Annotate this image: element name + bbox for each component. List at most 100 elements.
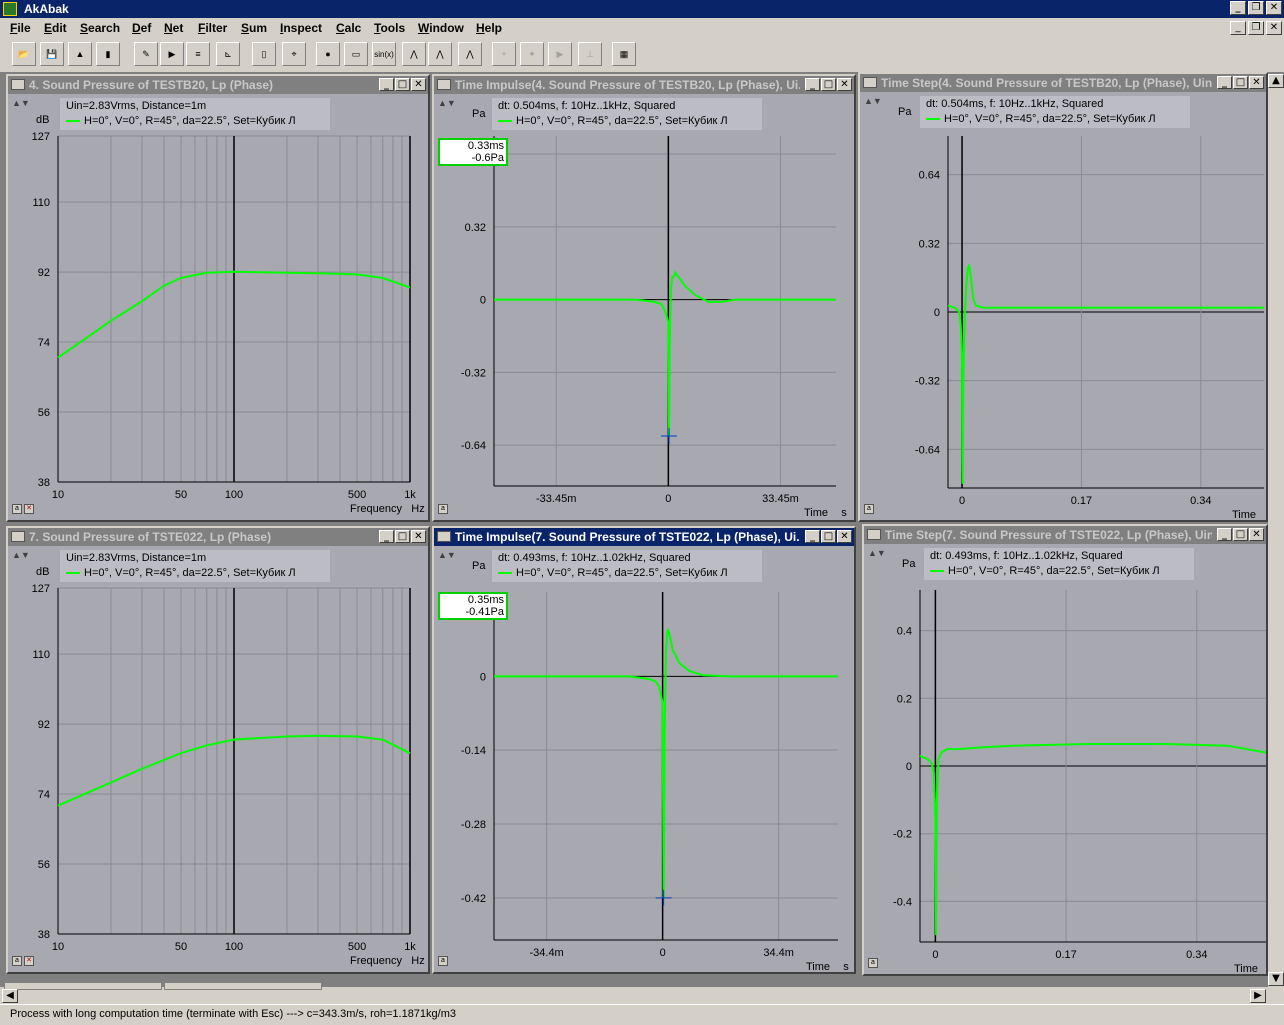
minimized-window-2[interactable] xyxy=(164,982,322,990)
chart-clear-icon[interactable]: ✕ xyxy=(24,504,34,514)
step-icon[interactable]: ▶ xyxy=(160,42,184,66)
menu-edit[interactable]: Edit xyxy=(44,21,67,35)
y-tick-label: 38 xyxy=(38,929,50,941)
component-icon[interactable]: ▭ xyxy=(344,42,368,66)
chart-options-icon[interactable]: a xyxy=(12,504,22,514)
y-tick-label: 56 xyxy=(38,407,50,419)
y-tick-label: 74 xyxy=(38,789,50,801)
menu-tools[interactable]: Tools xyxy=(374,21,405,35)
function-icon[interactable]: sin(x) xyxy=(372,42,396,66)
mdi-vertical-scrollbar[interactable]: ▲ ▼ xyxy=(1268,74,1284,1004)
menu-calc[interactable]: Calc xyxy=(336,21,361,35)
x-axis-label: Time xyxy=(1234,963,1258,974)
x-tick-label: 500 xyxy=(348,941,366,953)
y-tick-label: -0.2 xyxy=(893,829,912,841)
chart-window-2[interactable]: Time Impulse(4. Sound Pressure of TESTB2… xyxy=(432,74,856,522)
plot-c-icon[interactable]: ⋀ xyxy=(458,42,482,66)
function-icon-glyph: sin(x) xyxy=(374,50,394,59)
chart-plot[interactable]: 127 110 92 74 56 3810 50 100 500 1kFrequency Hz xyxy=(8,528,428,972)
chart-options-icon[interactable]: a xyxy=(864,504,874,514)
y-tick-label: 0 xyxy=(934,307,940,319)
menu-search[interactable]: Search xyxy=(80,21,120,35)
y-tick-label: -0.64 xyxy=(915,444,940,456)
open-icon[interactable]: 📂 xyxy=(12,42,36,66)
mdi-restore-icon[interactable]: ❐ xyxy=(1248,21,1264,35)
minimized-window-1[interactable] xyxy=(4,982,162,990)
menu-net[interactable]: Net xyxy=(164,21,183,35)
scroll-down-icon[interactable]: ▼ xyxy=(1268,972,1284,986)
scroll-up-icon[interactable]: ▲ xyxy=(1268,74,1284,88)
y-tick-label: -0.32 xyxy=(915,376,940,388)
cursor-readout-box[interactable]: 0.33ms -0.6Pa xyxy=(438,138,508,166)
x-tick-label: 100 xyxy=(225,489,243,501)
menu-window[interactable]: Window xyxy=(418,21,464,35)
menu-inspect[interactable]: Inspect xyxy=(280,21,322,35)
x-tick-label: 10 xyxy=(52,941,64,953)
menu-help[interactable]: Help xyxy=(476,21,502,35)
y-tick-label: 0 xyxy=(906,761,912,773)
minimize-icon[interactable]: _ xyxy=(1230,1,1246,15)
list-icon[interactable]: ≡ xyxy=(186,42,210,66)
menu-def[interactable]: Def xyxy=(132,21,151,35)
y-tick-label: -0.32 xyxy=(461,367,486,379)
chart-options-icon[interactable]: a xyxy=(868,958,878,968)
y-tick-label: 0 xyxy=(480,671,486,683)
x-tick-label: 0.17 xyxy=(1071,495,1092,507)
plot-a-icon-glyph: ⋀ xyxy=(410,49,418,59)
chart-plot[interactable]: 0.640.320-0.32-0.6400.170.34Times xyxy=(860,74,1266,520)
restore-icon[interactable]: ❐ xyxy=(1248,1,1264,15)
chart-plot[interactable]: 127 110 92 74 56 3810 50 100 500 1kFrequency Hz xyxy=(8,76,428,520)
tool-disabled-3[interactable]: ▶ xyxy=(548,42,572,66)
menu-file[interactable]: File xyxy=(10,21,31,35)
y-tick-label: 110 xyxy=(32,649,50,661)
mdi-close-icon[interactable]: ✕ xyxy=(1266,21,1282,35)
chart-options-icon[interactable]: a xyxy=(12,956,22,966)
menu-filter[interactable]: Filter xyxy=(198,21,227,35)
plot-a-icon[interactable]: ⋀ xyxy=(402,42,426,66)
data-series-line xyxy=(494,628,838,898)
chart-window-6[interactable]: Time Step(7. Sound Pressure of TSTE022, … xyxy=(862,524,1268,976)
chart-options-icon[interactable]: a xyxy=(438,504,448,514)
inspect-icon[interactable]: ⌖ xyxy=(282,42,306,66)
menu-sum[interactable]: Sum xyxy=(241,21,267,35)
app-title-bar[interactable]: AkAbak _ ❐ ✕ xyxy=(0,0,1284,18)
chart-clear-icon[interactable]: ✕ xyxy=(24,956,34,966)
y-tick-label: 110 xyxy=(32,197,50,209)
driver-icon[interactable]: ▮ xyxy=(96,42,120,66)
speaker-net-icon[interactable]: ▲ xyxy=(68,42,92,66)
save-icon[interactable]: 💾 xyxy=(40,42,64,66)
open-icon-glyph: 📂 xyxy=(18,49,30,59)
mdi-minimize-icon[interactable]: _ xyxy=(1230,21,1246,35)
x-tick-label: 1k xyxy=(404,489,416,501)
x-axis-label: Time xyxy=(1232,509,1256,520)
chart-window-1[interactable]: 4. Sound Pressure of TESTB20, Lp (Phase)… xyxy=(6,74,430,522)
close-icon[interactable]: ✕ xyxy=(1266,1,1282,15)
tool-disabled-2[interactable]: ✦ xyxy=(520,42,544,66)
y-tick-label: -0.14 xyxy=(461,745,486,757)
data-series-line xyxy=(919,743,1266,936)
status-text: Process with long computation time (term… xyxy=(10,1008,456,1020)
chart-options-icon[interactable]: a xyxy=(438,956,448,966)
chart-plot[interactable]: 0.40.20-0.2-0.400.170.34Times xyxy=(864,526,1266,974)
tool-disabled-1[interactable]: + xyxy=(492,42,516,66)
chart-window-3[interactable]: Time Step(4. Sound Pressure of TESTB20, … xyxy=(858,72,1268,522)
chart-axes-icon[interactable]: ⊾ xyxy=(216,42,240,66)
x-tick-label: 0.34 xyxy=(1186,949,1207,961)
edit-script-icon[interactable]: ✎ xyxy=(134,42,158,66)
cursor-time: 0.35ms xyxy=(467,594,504,606)
x-tick-label: -33.45m xyxy=(536,493,576,505)
chart-window-5[interactable]: Time Impulse(7. Sound Pressure of TSTE02… xyxy=(432,526,856,974)
mdi-horizontal-scrollbar[interactable]: ◀ ▶ xyxy=(0,982,1268,1005)
plot-b-icon[interactable]: ⋀ xyxy=(428,42,452,66)
scroll-right-icon[interactable]: ▶ xyxy=(1250,989,1266,1003)
record-icon[interactable]: ● xyxy=(316,42,340,66)
x-unit-label: Hz xyxy=(411,503,424,515)
grid-icon[interactable]: ▦ xyxy=(612,42,636,66)
box-icon[interactable]: ▯ xyxy=(252,42,276,66)
tool-disabled-4[interactable]: ⊥ xyxy=(578,42,602,66)
cursor-readout-box[interactable]: 0.35ms -0.41Pa xyxy=(438,592,508,620)
x-tick-label: -34.4m xyxy=(529,947,563,959)
chart-window-4[interactable]: 7. Sound Pressure of TSTE022, Lp (Phase)… xyxy=(6,526,430,974)
x-tick-label: 50 xyxy=(175,941,187,953)
scroll-left-icon[interactable]: ◀ xyxy=(2,989,18,1003)
